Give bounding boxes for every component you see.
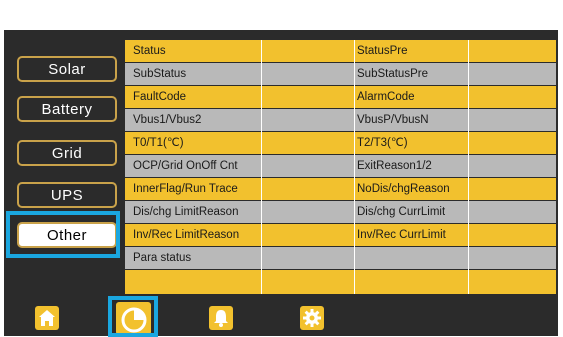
column-divider [468, 40, 469, 294]
table-row: Para status [125, 247, 556, 269]
table-cell: VbusP/VbusN [357, 114, 429, 126]
table-cell: SubStatusPre [357, 68, 428, 80]
table-cell: SubStatus [133, 68, 187, 80]
table-row: OCP/Grid OnOff Cnt ExitReason1/2 [125, 155, 556, 177]
sidebar-item-label: Solar [48, 60, 86, 78]
table-cell: Inv/Rec LimitReason [133, 229, 240, 241]
sidebar-item-label: Grid [51, 144, 83, 162]
table-cell: T2/T3(℃) [357, 137, 408, 149]
bell-icon [214, 310, 228, 327]
table-row: FaultCode AlarmCode [125, 86, 556, 108]
bottom-nav [4, 298, 558, 336]
top-bar [4, 4, 558, 32]
table-row: Dis/chg LimitReason Dis/chg CurrLimit [125, 201, 556, 223]
table-row: T0/T1(℃) T2/T3(℃) [125, 132, 556, 154]
table-cell: StatusPre [357, 45, 408, 57]
table-cell: ExitReason1/2 [357, 160, 432, 172]
table-row: Vbus1/Vbus2 VbusP/VbusN [125, 109, 556, 131]
table-cell: T0/T1(℃) [133, 137, 184, 149]
table-cell: Inv/Rec CurrLimit [357, 229, 446, 241]
status-table: Status StatusPre SubStatus SubStatusPre … [125, 40, 556, 294]
table-row: Status StatusPre [125, 40, 556, 62]
table-cell: FaultCode [133, 91, 187, 103]
table-cell: Para status [133, 252, 192, 264]
table-cell: Dis/chg CurrLimit [357, 206, 446, 218]
table-cell: NoDis/chgReason [357, 183, 450, 195]
table-cell: OCP/Grid OnOff Cnt [133, 160, 238, 172]
table-cell: Vbus1/Vbus2 [133, 114, 202, 126]
home-button[interactable] [35, 306, 59, 330]
sidebar-item-battery[interactable]: Battery [17, 96, 117, 122]
table-row [125, 270, 556, 294]
sidebar-item-grid[interactable]: Grid [17, 140, 117, 166]
home-icon [39, 310, 55, 326]
sidebar-item-solar[interactable]: Solar [17, 56, 117, 82]
table-cell: AlarmCode [357, 91, 415, 103]
gear-icon [303, 309, 321, 327]
table-row: Inv/Rec LimitReason Inv/Rec CurrLimit [125, 224, 556, 246]
settings-button[interactable] [300, 306, 324, 330]
table-row: SubStatus SubStatusPre [125, 63, 556, 85]
alarm-button[interactable] [209, 306, 233, 330]
table-row: InnerFlag/Run Trace NoDis/chgReason [125, 178, 556, 200]
sidebar-item-ups[interactable]: UPS [17, 182, 117, 208]
column-divider [261, 40, 262, 294]
column-divider [354, 40, 355, 294]
table-cell: Dis/chg LimitReason [133, 206, 239, 218]
nav-selection-highlight [108, 296, 158, 337]
sidebar-item-label: UPS [50, 186, 84, 204]
sidebar-item-label: Battery [41, 100, 93, 118]
table-cell: InnerFlag/Run Trace [133, 183, 238, 195]
table-cell: Status [133, 45, 166, 57]
screen: Solar Battery Grid UPS Other Status Stat… [0, 0, 563, 337]
selection-highlight [6, 211, 120, 258]
